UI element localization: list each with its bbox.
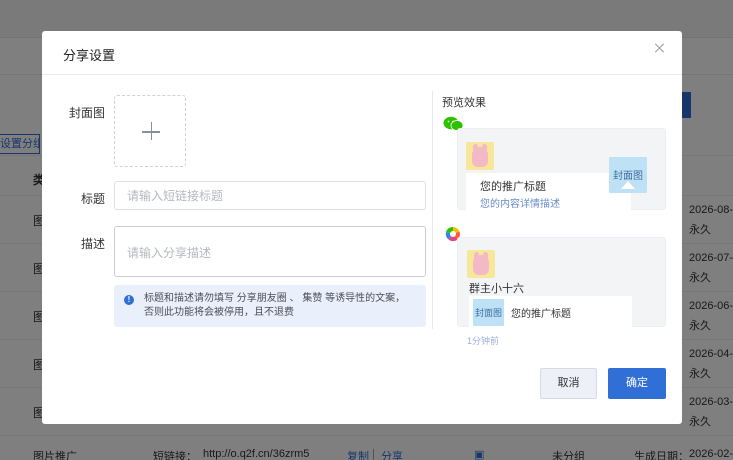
dialog-header: 分享设置 xyxy=(42,31,682,75)
title-input[interactable] xyxy=(114,181,426,210)
shared-link-box: 封面图 您的推广标题 xyxy=(469,296,632,328)
vertical-divider xyxy=(432,91,433,329)
cover-upload-button[interactable] xyxy=(114,95,186,167)
cover-thumbnail: 封面图 xyxy=(609,157,647,193)
preview-link-title: 您的推广标题 xyxy=(480,181,546,193)
preview-title: 预览效果 xyxy=(442,97,486,109)
cover-thumbnail-label: 封面图 xyxy=(613,171,643,182)
cover-label: 封面图 xyxy=(68,106,105,120)
avatar xyxy=(466,142,494,170)
close-icon[interactable] xyxy=(651,40,669,58)
title-label: 标题 xyxy=(80,192,105,206)
share-settings-dialog: 分享设置 封面图 标题 描述 ! 标题和描述请勿填写 分享朋友圈 、 集赞 等诱… xyxy=(42,31,682,424)
warning-notice: ! 标题和描述请勿填写 分享朋友圈 、 集赞 等诱导性的文案，否则此功能将会被停… xyxy=(114,285,426,327)
cancel-button[interactable]: 取消 xyxy=(540,368,597,399)
preview-link-description: 您的内容详情描述 xyxy=(480,199,560,210)
preview-link-title: 您的推广标题 xyxy=(511,309,571,320)
moments-preview-card: 群主小十六 封面图 您的推广标题 xyxy=(457,237,666,328)
cover-thumbnail: 封面图 xyxy=(473,299,504,326)
wechat-preview-card: 您的推广标题 您的内容详情描述 封面图 xyxy=(457,128,666,211)
cover-thumbnail-label: 封面图 xyxy=(474,308,502,318)
avatar xyxy=(467,250,495,278)
description-label: 描述 xyxy=(80,237,105,251)
notice-text: 标题和描述请勿填写 分享朋友圈 、 集赞 等诱导性的文案，否则此功能将会被停用，… xyxy=(144,293,406,318)
link-message-bubble: 您的推广标题 您的内容详情描述 xyxy=(466,173,631,211)
confirm-button[interactable]: 确定 xyxy=(608,368,666,399)
post-time: 1分钟前 xyxy=(467,336,500,346)
info-icon: ! xyxy=(124,295,134,305)
image-icon xyxy=(621,181,635,189)
description-input[interactable] xyxy=(114,226,426,277)
plus-icon xyxy=(150,122,152,140)
dialog-title: 分享设置 xyxy=(63,48,116,63)
group-owner-name: 群主小十六 xyxy=(469,283,524,295)
